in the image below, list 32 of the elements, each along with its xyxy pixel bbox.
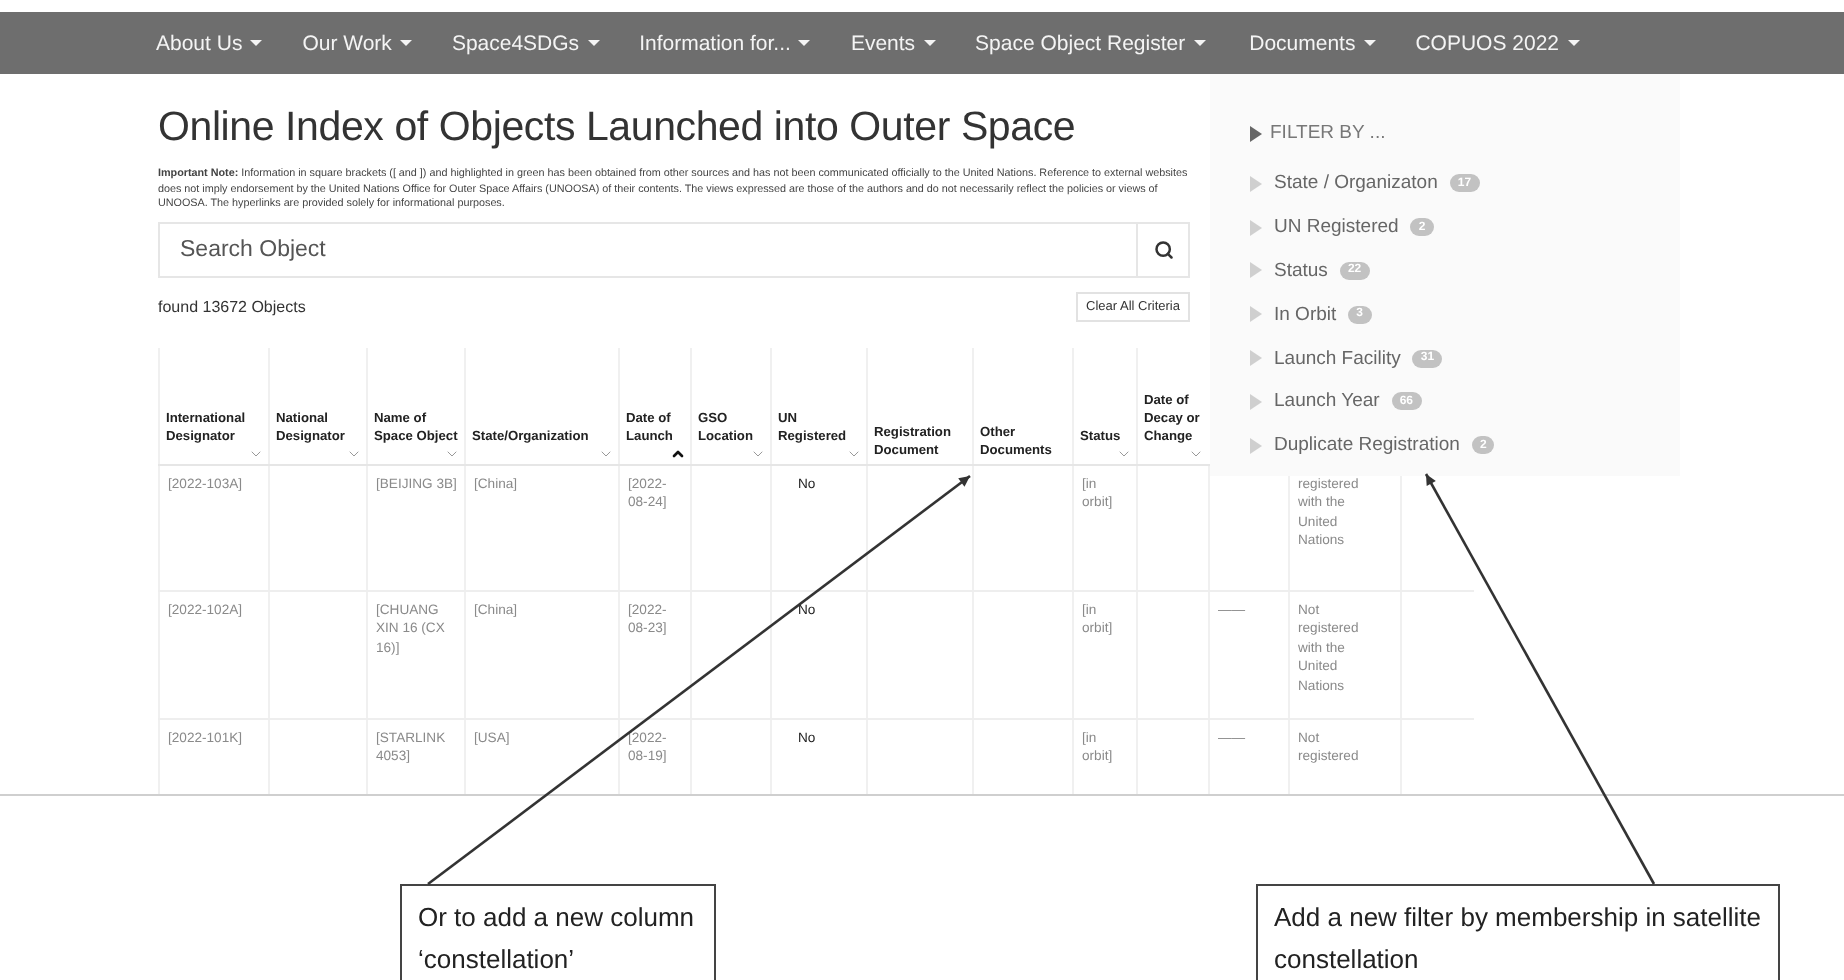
nav-item[interactable]: About Us: [156, 31, 263, 55]
search-icon: [1153, 239, 1173, 260]
filter-title: FILTER BY ...: [1270, 122, 1386, 144]
annotation-callout: Or to add a new column ‘constellation’: [400, 884, 716, 980]
triangle-icon: [1250, 393, 1262, 410]
triangle-icon: [1250, 219, 1262, 236]
caret-icon: [587, 40, 600, 46]
caret-icon: [1363, 40, 1376, 46]
nav-item[interactable]: COPUOS 2022: [1415, 31, 1580, 55]
triangle-icon: [1250, 175, 1262, 192]
triangle-icon: [1250, 437, 1262, 454]
caret-icon: [798, 40, 811, 46]
nav-item[interactable]: Events: [850, 31, 936, 55]
result-count: found 13672 Objects: [158, 297, 306, 316]
search-field[interactable]: Search Object: [158, 221, 1138, 278]
nav-item[interactable]: Documents: [1249, 31, 1376, 55]
triangle-icon: [1250, 262, 1262, 279]
nav-item[interactable]: Space4SDGs: [451, 31, 600, 55]
page-title: Online Index of Objects Launched into Outer Space: [158, 104, 1078, 152]
search-button[interactable]: [1138, 221, 1190, 278]
triangle-icon: [1250, 125, 1262, 141]
caret-icon: [250, 40, 263, 46]
triangle-icon: [1250, 350, 1262, 367]
caret-icon: [1193, 40, 1206, 46]
annotation-callout: Add a new filter by membership in satellite constellation: [1256, 884, 1780, 980]
nav-item[interactable]: Our Work: [302, 31, 412, 55]
triangle-icon: [1250, 306, 1262, 323]
nav-item[interactable]: Space Object Register: [975, 31, 1206, 55]
nav-item[interactable]: Information for...: [639, 31, 811, 55]
caret-icon: [923, 40, 936, 46]
caret-icon: [1567, 40, 1580, 46]
caret-icon: [399, 40, 412, 46]
